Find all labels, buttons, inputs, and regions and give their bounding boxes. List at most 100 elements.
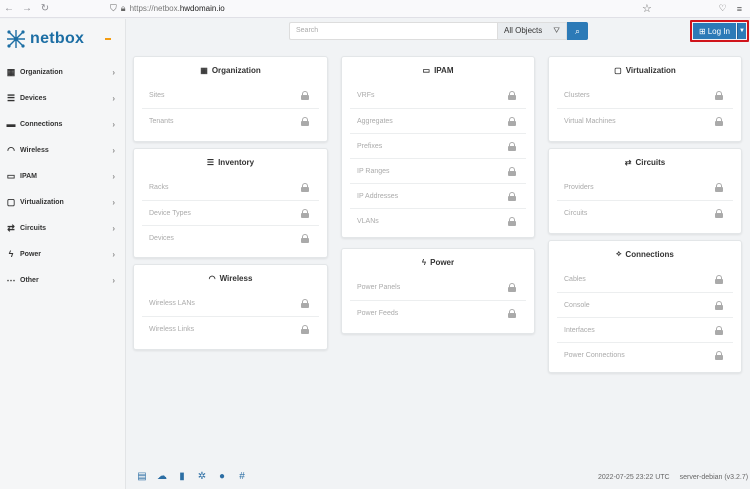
login-highlight: ⊞ Log In ▼ [690, 20, 749, 42]
list-item[interactable]: Wireless LANs [142, 291, 319, 316]
sidebar-item-devices[interactable]: ☰ Devices › [0, 85, 125, 111]
list-item-label: Tenants [149, 117, 174, 125]
panel-title: Circuits [635, 157, 666, 167]
list-item[interactable]: Clusters [557, 83, 733, 108]
sidebar-item-label: Power [20, 250, 42, 258]
github-icon[interactable]: ● [216, 471, 228, 482]
footer-server: server-debian (v3.2.7) [679, 474, 749, 481]
lock-icon [715, 208, 723, 218]
chevron-right-icon: › [112, 249, 115, 259]
list-item[interactable]: Racks [142, 175, 319, 200]
list-item-label: Cables [564, 276, 586, 283]
list-item-label: IP Addresses [357, 192, 399, 200]
sidebar-item-ipam[interactable]: ▭ IPAM › [0, 163, 125, 189]
lock-icon [301, 208, 309, 218]
list-item[interactable]: Tenants [142, 108, 319, 133]
list-item[interactable]: VLANs [350, 208, 526, 233]
object-type-label: All Objects [504, 26, 543, 35]
arrow-right-icon[interactable]: → [18, 0, 36, 18]
lock-icon [301, 183, 309, 192]
lock-icon [715, 275, 723, 284]
brand[interactable]: netbox [0, 19, 125, 59]
list-item-label: VRFs [357, 92, 375, 99]
menu-icon[interactable]: ≡ [737, 4, 742, 14]
list-item[interactable]: Sites [142, 83, 319, 108]
panel-title: Organization [211, 65, 261, 75]
sidebar-pin-icon[interactable] [105, 38, 112, 40]
lock-icon [508, 141, 516, 151]
panel-connections: ⟡ Connections Cables Console Interfaces Powe… [548, 240, 742, 373]
building-icon: ▦ [200, 65, 208, 75]
sidebar-item-other[interactable]: ⋯ Other › [0, 267, 125, 293]
lock-icon [715, 325, 723, 335]
bookmark-icon[interactable]: ▮ [176, 471, 188, 482]
panel-title: Power [430, 257, 455, 267]
list-item-label: Circuits [564, 209, 588, 217]
sidebar-item-label: Wireless [20, 146, 49, 154]
list-item[interactable]: IP Addresses [350, 183, 526, 208]
login-label: Log In [707, 26, 730, 36]
transit-icon: ⇄ [7, 222, 15, 233]
sidebar-item-circuits[interactable]: ⇄ Circuits › [0, 215, 125, 241]
cloud-icon[interactable]: ☁ [156, 471, 168, 482]
lock-icon [301, 299, 309, 308]
panel-inventory: ☰ Inventory Racks Device Types Devices [133, 148, 328, 258]
lock-icon [508, 91, 516, 100]
slack-icon[interactable]: # [236, 471, 248, 482]
lock-icon [301, 91, 309, 100]
list-item[interactable]: Power Connections [557, 342, 733, 367]
browser-toolbar: ← → ↻ ⛉ 🔒︎ https://netbox.hwdomain.io ♡ … [0, 0, 750, 18]
object-type-select[interactable]: All Objects ⛛ [497, 22, 567, 40]
address-bar[interactable]: ⛉ 🔒︎ https://netbox.hwdomain.io [110, 0, 719, 18]
sidebar-item-organization[interactable]: ▦ Organization › [0, 59, 125, 85]
sidebar-item-power[interactable]: ϟ Power › [0, 241, 125, 267]
footer-timestamp: 2022-07-25 23:22 UTC [598, 474, 670, 481]
building-icon: ▦ [6, 66, 16, 77]
list-item[interactable]: Aggregates [350, 108, 526, 133]
graphql-icon[interactable]: ✲ [196, 471, 208, 482]
lock-icon [301, 233, 309, 243]
list-item[interactable]: Providers [557, 175, 733, 200]
list-item[interactable]: Device Types [142, 200, 319, 225]
pocket-icon[interactable]: ♡ [719, 3, 727, 14]
login-dropdown-toggle[interactable]: ▼ [737, 23, 746, 39]
list-item-label: Clusters [564, 92, 590, 99]
sidebar-item-label: Organization [20, 68, 63, 76]
arrow-left-icon[interactable]: ← [0, 0, 18, 18]
list-item[interactable]: Console [557, 292, 733, 317]
ethernet-icon: ▬ [6, 119, 16, 129]
list-item[interactable]: Cables [557, 267, 733, 292]
list-item-label: Interfaces [564, 326, 595, 334]
search-input[interactable]: Search [289, 22, 497, 40]
sidebar-item-virtualization[interactable]: ▢ Virtualization › [0, 189, 125, 215]
list-item[interactable]: Wireless Links [142, 316, 319, 341]
search-icon: ⌕ [574, 25, 581, 36]
wifi-icon: ◠ [7, 144, 15, 155]
footer-links: ▤ ☁ ▮ ✲ ● # [136, 471, 248, 482]
panel-title: IPAM [434, 65, 454, 75]
lock-icon [508, 283, 516, 292]
reload-icon[interactable]: ↻ [36, 0, 54, 18]
list-item[interactable]: Prefixes [350, 133, 526, 158]
book-icon[interactable]: ▤ [136, 471, 148, 482]
login-button[interactable]: ⊞ Log In [693, 23, 736, 39]
bookmark-star-icon[interactable]: ☆ [642, 2, 652, 15]
lock-icon [715, 300, 723, 310]
lock-icon [301, 324, 309, 334]
panel-ipam: ▭ IPAM VRFs Aggregates Prefixes IP Ranges IP … [341, 56, 535, 238]
search-button[interactable]: ⌕ [567, 22, 588, 40]
sidebar-item-connections[interactable]: ▬ Connections › [0, 111, 125, 137]
lock-icon [508, 308, 516, 318]
filter-icon[interactable]: ⛛ [553, 23, 560, 39]
list-item[interactable]: VRFs [350, 83, 526, 108]
list-item-label: IP Ranges [357, 167, 390, 175]
panel-title: Inventory [218, 157, 255, 167]
list-item[interactable]: Interfaces [557, 317, 733, 342]
list-item[interactable]: Power Panels [350, 275, 526, 300]
list-item[interactable]: Circuits [557, 200, 733, 225]
list-item[interactable]: Virtual Machines [557, 108, 733, 133]
list-item[interactable]: Power Feeds [350, 300, 526, 325]
sidebar-item-wireless[interactable]: ◠ Wireless › [0, 137, 125, 163]
list-item[interactable]: Devices [142, 225, 319, 250]
list-item[interactable]: IP Ranges [350, 158, 526, 183]
